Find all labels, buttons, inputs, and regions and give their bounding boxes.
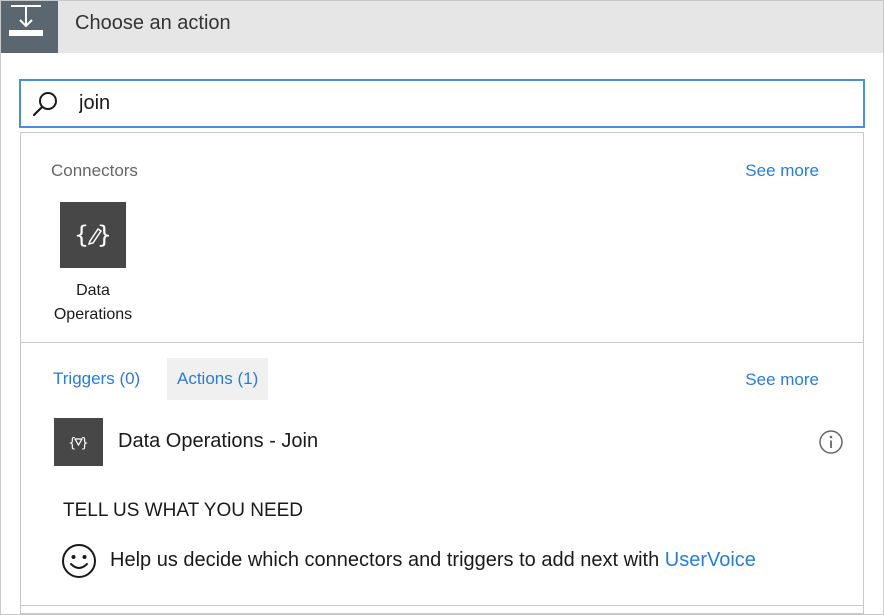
uservoice-link[interactable]: UserVoice (665, 549, 756, 571)
feedback-heading: TELL US WHAT YOU NEED (63, 500, 304, 521)
tab-actions[interactable]: Actions (1) (167, 358, 269, 400)
trigger-step-icon (1, 1, 58, 53)
connectors-heading: Connectors (51, 161, 138, 180)
connectors-section: Connectors See more { } Data Operations (21, 133, 863, 343)
svg-text:{ }: { } (68, 436, 89, 451)
connectors-see-more-link[interactable]: See more (745, 161, 819, 181)
search-input[interactable] (79, 81, 839, 126)
svg-text:{ }: { } (74, 221, 112, 249)
divider (21, 605, 863, 606)
results-panel: Connectors See more { } Data Operations … (20, 132, 864, 614)
action-item-data-operations-join[interactable]: { } Data Operations - Join (54, 418, 844, 468)
search-box[interactable] (19, 79, 865, 128)
info-icon[interactable] (818, 429, 844, 455)
data-operations-icon: { } (60, 202, 126, 268)
connector-data-operations[interactable]: { } Data Operations (41, 202, 145, 327)
feedback-message: Help us decide which connectors and trig… (110, 549, 665, 571)
connector-label: Data Operations (53, 282, 133, 323)
tab-triggers[interactable]: Triggers (0) (43, 358, 150, 400)
feedback-text: Help us decide which connectors and trig… (110, 549, 756, 572)
choose-action-card: Choose an action Connectors See more { } (0, 0, 884, 615)
card-header: Choose an action (1, 1, 883, 53)
search-icon (31, 90, 59, 118)
smiley-icon (61, 543, 97, 579)
action-item-label: Data Operations - Join (118, 430, 319, 452)
actions-see-more-link[interactable]: See more (745, 370, 819, 390)
card-title: Choose an action (75, 12, 231, 34)
data-operations-join-icon: { } (54, 418, 103, 466)
